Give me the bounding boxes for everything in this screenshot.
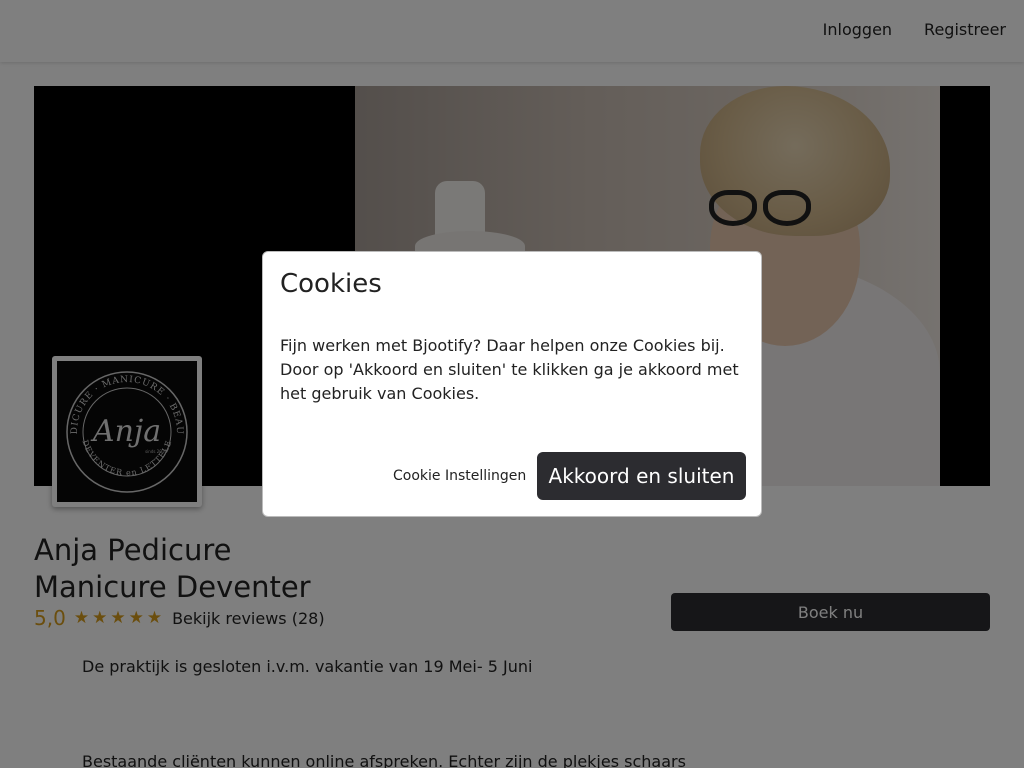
cookie-modal-body: Fijn werken met Bjootify? Daar helpen on… [280,336,739,403]
cookie-modal-title: Cookies [280,269,382,299]
cookie-settings-button[interactable]: Cookie Instellingen [393,468,526,484]
accept-and-close-button[interactable]: Akkoord en sluiten [537,452,746,500]
cookie-modal: Cookies Fijn werken met Bjootify? Daar h… [262,251,762,517]
